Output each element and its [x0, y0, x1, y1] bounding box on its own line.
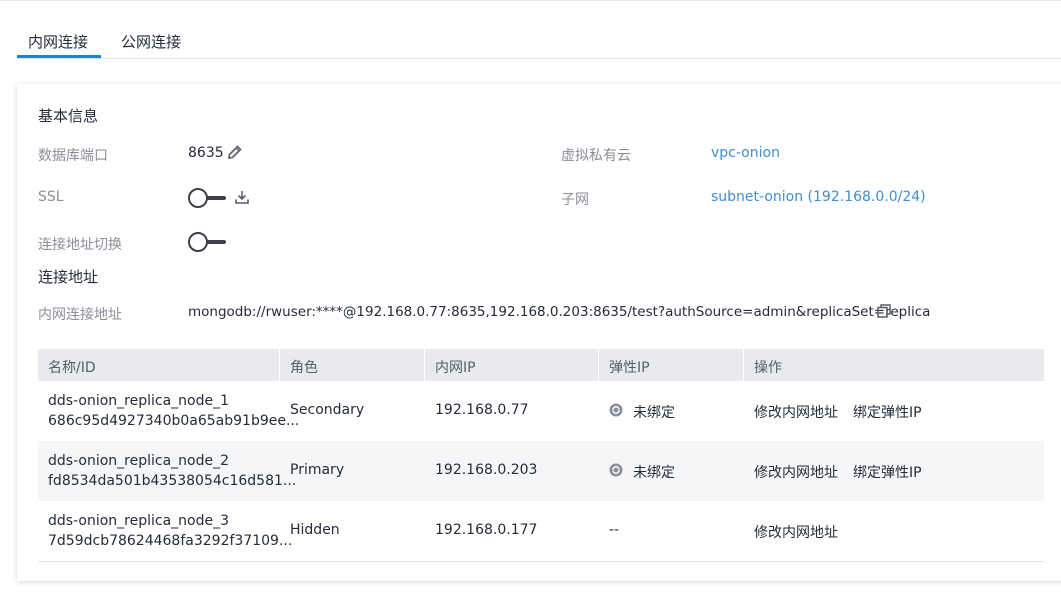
- table-header: 名称/ID 角色 内网IP 弹性IP 操作: [38, 349, 1044, 381]
- switch-address-label: 连接地址切换: [38, 237, 122, 253]
- node-role: Secondary: [290, 402, 365, 418]
- download-icon[interactable]: [234, 189, 250, 205]
- node-name: dds-onion_replica_node_1: [48, 393, 229, 409]
- vpc-label: 虚拟私有云: [561, 148, 631, 164]
- header-actions: 操作: [754, 360, 782, 376]
- header-name-id: 名称/ID: [48, 360, 96, 376]
- table-row: dds-onion_replica_node_3 7d59dcb78624468…: [38, 501, 1044, 562]
- subnet-label: 子网: [561, 192, 589, 208]
- node-id: 7d59dcb78624468fa3292f37109...: [48, 533, 293, 549]
- basic-info-title: 基本信息: [38, 107, 99, 125]
- node-role: Primary: [290, 462, 345, 478]
- port-value: 8635: [188, 145, 224, 161]
- node-role: Hidden: [290, 522, 340, 538]
- node-private-ip: 192.168.0.203: [435, 462, 538, 478]
- vpc-link[interactable]: vpc-onion: [711, 145, 780, 161]
- node-name: dds-onion_replica_node_2: [48, 453, 229, 469]
- node-private-ip: 192.168.0.77: [435, 402, 529, 418]
- header-private-ip: 内网IP: [435, 360, 476, 376]
- node-eip-status: 未绑定: [633, 465, 675, 481]
- unbound-icon: [609, 403, 623, 417]
- tab-public-connection[interactable]: 公网连接: [121, 31, 181, 52]
- subnet-link[interactable]: subnet-onion (192.168.0.0/24): [711, 189, 926, 205]
- header-role: 角色: [290, 360, 318, 376]
- top-divider: [0, 0, 1061, 1]
- active-tab-indicator: [17, 55, 101, 58]
- connection-address-title: 连接地址: [38, 268, 99, 286]
- table-row: dds-onion_replica_node_1 686c95d4927340b…: [38, 381, 1044, 441]
- modify-private-address-link[interactable]: 修改内网地址: [754, 402, 838, 422]
- table-row: dds-onion_replica_node_2 fd8534da501b435…: [38, 441, 1044, 501]
- ssl-toggle[interactable]: [188, 188, 226, 208]
- connection-tabs: 内网连接 公网连接: [17, 20, 1061, 59]
- node-eip-status: --: [609, 522, 620, 538]
- unbound-icon: [609, 463, 623, 477]
- copy-icon[interactable]: [876, 303, 892, 319]
- ssl-label: SSL: [38, 189, 64, 205]
- connection-info-card: 基本信息 数据库端口 8635 SSL 连接地址切换 虚拟私有云 vpc-oni…: [17, 84, 1061, 581]
- modify-private-address-link[interactable]: 修改内网地址: [754, 522, 838, 542]
- node-id: fd8534da501b43538054c16d581...: [48, 473, 297, 489]
- port-label: 数据库端口: [38, 148, 108, 164]
- node-name: dds-onion_replica_node_3: [48, 513, 229, 529]
- bind-eip-link[interactable]: 绑定弹性IP: [853, 462, 922, 482]
- tab-private-connection[interactable]: 内网连接: [28, 31, 88, 52]
- private-address-label: 内网连接地址: [38, 307, 122, 323]
- header-eip: 弹性IP: [609, 360, 650, 376]
- node-id: 686c95d4927340b0a65ab91b9ee...: [48, 413, 300, 429]
- private-address-value: mongodb://rwuser:****@192.168.0.77:8635,…: [188, 304, 931, 320]
- edit-pencil-icon[interactable]: [227, 144, 243, 160]
- node-eip-status: 未绑定: [633, 405, 675, 421]
- switch-address-toggle[interactable]: [188, 232, 226, 252]
- node-private-ip: 192.168.0.177: [435, 522, 538, 538]
- modify-private-address-link[interactable]: 修改内网地址: [754, 462, 838, 482]
- bind-eip-link[interactable]: 绑定弹性IP: [853, 402, 922, 422]
